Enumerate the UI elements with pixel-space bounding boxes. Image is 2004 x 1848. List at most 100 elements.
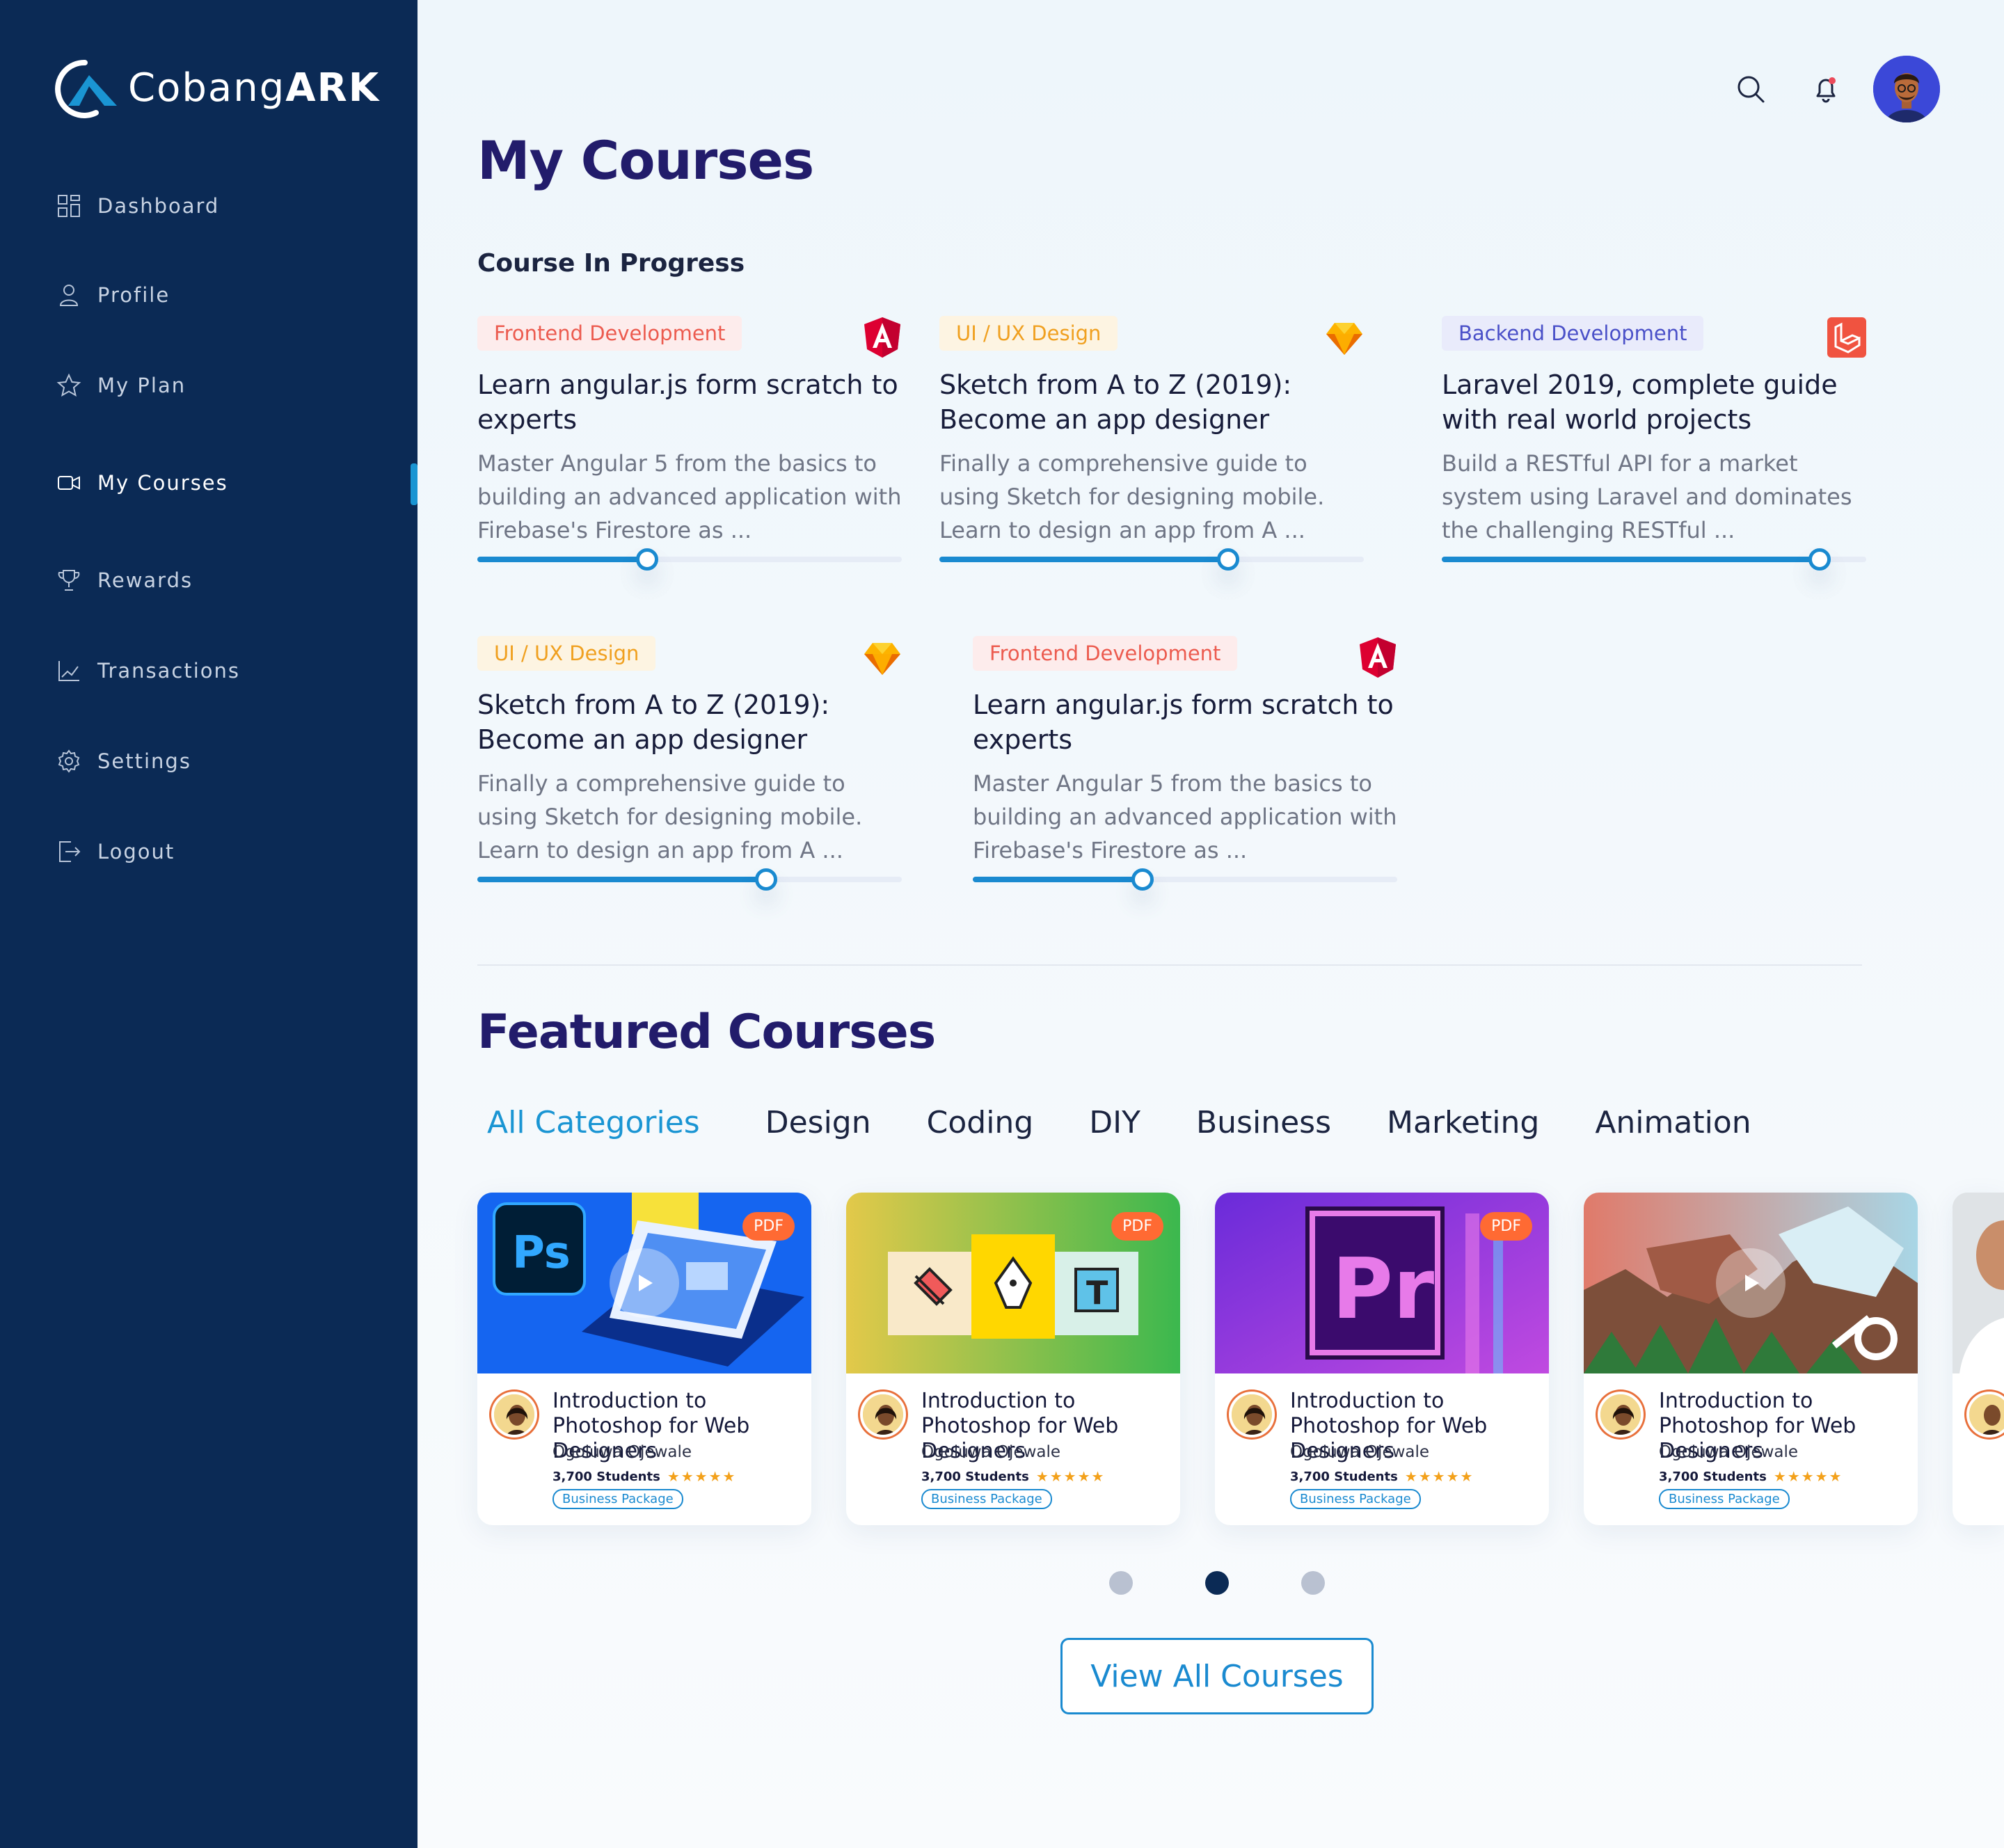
- course-category-tag: Frontend Development: [477, 316, 742, 351]
- avatar[interactable]: [1873, 56, 1940, 122]
- svg-text:Ps: Ps: [512, 1227, 571, 1279]
- person-thumbnail-art: [1953, 1193, 2004, 1373]
- sidebar-item-label: Dashboard: [97, 194, 220, 218]
- page-title: My Courses: [477, 129, 814, 191]
- progress-handle[interactable]: [636, 548, 658, 571]
- search-button[interactable]: [1733, 71, 1769, 107]
- course-category-tag: UI / UX Design: [939, 316, 1118, 351]
- pagination-dot[interactable]: [1109, 1571, 1133, 1595]
- main-content: My Courses Course In Progress Frontend D…: [418, 0, 2004, 1848]
- pagination-dot[interactable]: [1301, 1571, 1325, 1595]
- sidebar-item-settings[interactable]: Settings: [56, 740, 191, 782]
- card-author: Ogoluwa Ojewale: [921, 1443, 1061, 1461]
- sidebar-item-label: Logout: [97, 840, 175, 863]
- avatar-image: [1873, 56, 1940, 122]
- card-students: 3,700 Students ★★★★★: [1659, 1468, 1843, 1485]
- instructor-avatar: [860, 1392, 906, 1437]
- user-icon: [59, 285, 79, 306]
- sidebar-item-label: Rewards: [97, 568, 193, 592]
- pdf-badge: PDF: [1111, 1212, 1163, 1241]
- package-badge: Business Package: [552, 1489, 683, 1509]
- progress-handle[interactable]: [754, 868, 777, 891]
- progress-fill: [477, 557, 647, 562]
- bell-icon: [1816, 77, 1836, 103]
- instructor-avatar: [1229, 1392, 1275, 1437]
- course-card[interactable]: Frontend Development Learn angular.js fo…: [973, 636, 1397, 891]
- logout-icon: [59, 841, 81, 862]
- sidebar-item-my-courses[interactable]: My Courses: [56, 462, 228, 504]
- play-button[interactable]: [1716, 1248, 1786, 1318]
- play-button[interactable]: [610, 1248, 679, 1318]
- angular-icon: [864, 317, 900, 358]
- progress-fill: [973, 877, 1143, 882]
- sidebar-item-transactions[interactable]: Transactions: [56, 650, 240, 692]
- course-category-tag: Backend Development: [1442, 316, 1704, 351]
- sidebar-item-label: My Courses: [97, 471, 228, 495]
- course-thumbnail: [1953, 1193, 2004, 1373]
- play-icon: [639, 1275, 653, 1291]
- sidebar-item-my-plan[interactable]: My Plan: [56, 365, 186, 406]
- tab-business[interactable]: Business: [1196, 1105, 1331, 1154]
- package-badge: Business Package: [1659, 1489, 1790, 1509]
- course-progress-bar: [1442, 548, 1866, 571]
- card-body: Introduction to Photoshop for Web Design…: [477, 1373, 811, 1525]
- play-icon: [1745, 1275, 1759, 1291]
- sidebar-item-dashboard[interactable]: Dashboard: [56, 185, 219, 227]
- featured-course-card[interactable]: Ps PDF Introduction to Photoshop for Web…: [477, 1193, 811, 1525]
- tab-design[interactable]: Design: [765, 1105, 871, 1154]
- progress-handle[interactable]: [1131, 868, 1154, 891]
- instructor-avatar: [1966, 1392, 2004, 1437]
- course-thumbnail: [1584, 1193, 1918, 1373]
- active-indicator: [411, 463, 418, 505]
- card-body: [1953, 1373, 2004, 1525]
- course-card[interactable]: UI / UX Design Sketch from A to Z (2019)…: [939, 316, 1364, 571]
- featured-course-card-partial[interactable]: [1953, 1193, 2004, 1525]
- course-thumbnail: Ps PDF: [477, 1193, 811, 1373]
- tab-diy[interactable]: DIY: [1089, 1105, 1140, 1154]
- sidebar-item-label: My Plan: [97, 374, 186, 397]
- featured-course-card[interactable]: Pr PDF Introduction to Photoshop for Web…: [1215, 1193, 1549, 1525]
- section-heading-featured: Featured Courses: [477, 1005, 936, 1060]
- progress-fill: [1442, 557, 1820, 562]
- brand-logo[interactable]: CobangARK: [45, 54, 380, 121]
- course-category-tag: Frontend Development: [973, 636, 1238, 671]
- logo-icon: [55, 59, 117, 118]
- course-card[interactable]: UI / UX Design Sketch from A to Z (2019)…: [477, 636, 902, 891]
- featured-course-card[interactable]: T PDF Introduction to Photoshop for Web …: [846, 1193, 1180, 1525]
- card-author: Ogoluwa Ojewale: [1659, 1443, 1799, 1461]
- course-card[interactable]: Frontend Development Learn angular.js fo…: [477, 316, 902, 571]
- pdf-badge: PDF: [1480, 1212, 1532, 1241]
- pdf-badge: PDF: [742, 1212, 795, 1241]
- tab-coding[interactable]: Coding: [927, 1105, 1034, 1154]
- course-card[interactable]: Backend Development Laravel 2019, comple…: [1442, 316, 1866, 571]
- rating-stars: ★★★★★: [1035, 1468, 1106, 1485]
- progress-handle[interactable]: [1216, 548, 1239, 571]
- pagination-dot-active[interactable]: [1205, 1571, 1229, 1595]
- progress-handle[interactable]: [1808, 548, 1831, 571]
- sidebar: CobangARK Dashboard Profile My Plan My C…: [0, 0, 418, 1848]
- course-progress-bar: [477, 868, 902, 891]
- course-progress-bar: [477, 548, 902, 571]
- card-body: Introduction to Photoshop for Web Design…: [1584, 1373, 1918, 1525]
- svg-text:T: T: [1086, 1274, 1108, 1312]
- laravel-icon: [1827, 317, 1866, 358]
- sidebar-item-profile[interactable]: Profile: [56, 274, 170, 316]
- course-progress-bar: [973, 868, 1397, 891]
- sidebar-item-rewards[interactable]: Rewards: [56, 559, 193, 601]
- course-title: Learn angular.js form scratch to experts: [477, 369, 898, 435]
- progress-fill: [939, 557, 1228, 562]
- view-all-courses-button[interactable]: View All Courses: [1060, 1638, 1374, 1714]
- notifications-button[interactable]: [1808, 70, 1844, 109]
- tab-marketing[interactable]: Marketing: [1387, 1105, 1539, 1154]
- sidebar-item-logout[interactable]: Logout: [56, 831, 175, 873]
- course-thumbnail: Pr PDF: [1215, 1193, 1549, 1373]
- tab-all-categories[interactable]: All Categories: [477, 1105, 710, 1159]
- featured-course-card[interactable]: Introduction to Photoshop for Web Design…: [1584, 1193, 1918, 1525]
- sidebar-item-label: Transactions: [97, 659, 241, 683]
- sketch-icon: [1326, 323, 1362, 355]
- tab-animation[interactable]: Animation: [1595, 1105, 1751, 1154]
- chart-icon: [58, 661, 79, 681]
- course-description: Master Angular 5 from the basics to buil…: [973, 770, 1397, 863]
- rating-stars: ★★★★★: [667, 1468, 737, 1485]
- rating-stars: ★★★★★: [1404, 1468, 1474, 1485]
